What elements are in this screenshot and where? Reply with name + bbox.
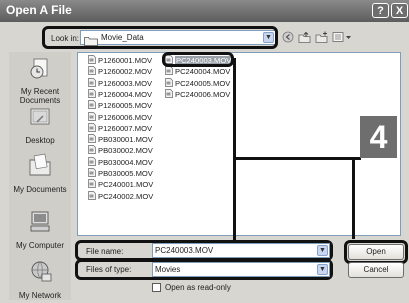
places-bar: My Recent Documents Desktop My Documents… [9,52,71,300]
callout-leader-line [233,157,361,160]
step-number-badge: 4 [360,116,397,158]
movie-file-icon [165,89,173,98]
movie-file-icon [88,89,96,98]
movie-file-icon [88,122,96,132]
file-name-text: PB030002.MOV [98,146,153,156]
movie-file-icon [88,66,96,76]
movie-file-icon [88,100,96,110]
chevron-down-icon[interactable]: ▼ [317,264,328,275]
title-bar: Open A File ? X [0,0,409,22]
file-type-dropdown[interactable]: Movies ▼ [152,262,330,277]
place-desktop[interactable]: Desktop [9,107,71,145]
place-my-network[interactable]: My Network [9,260,71,300]
dialog-title: Open A File [6,3,72,17]
movie-file-icon [88,190,96,200]
file-name-text: PC240002.MOV [98,191,154,201]
file-name-text: PC240004.MOV [175,67,231,77]
file-item[interactable]: PB030004.MOV [88,156,153,168]
place-label: My Documents [13,185,67,194]
cancel-button[interactable]: Cancel [348,262,404,278]
new-folder-icon[interactable] [314,31,328,44]
file-name-text: PB030004.MOV [98,157,153,167]
file-item[interactable]: PB030005.MOV [88,168,153,179]
movie-file-icon [88,179,96,189]
file-name-text: PB030001.MOV [98,135,153,145]
file-name-input[interactable]: PC240003.MOV ▼ [152,243,330,258]
callout-leader-line [233,58,236,240]
place-my-recent-documents[interactable]: My Recent Documents [9,58,71,105]
place-label: My Network [18,291,62,300]
file-item[interactable]: P1260001.MOV [88,55,152,66]
read-only-checkbox[interactable] [152,283,161,292]
movie-file-icon [165,77,173,87]
file-item[interactable]: P1260003.MOV [88,77,153,89]
file-item[interactable]: PB030002.MOV [88,145,153,156]
movie-file-icon [88,156,96,166]
back-icon[interactable] [281,31,295,44]
file-name-text: PB030005.MOV [98,169,153,178]
chevron-down-icon[interactable]: ▼ [317,245,328,256]
file-item[interactable]: P1260007.MOV [88,122,153,134]
file-item[interactable]: P1260005.MOV [88,100,152,111]
place-label: My Recent [20,87,60,96]
look-in-callout [42,26,278,49]
movie-file-icon [88,168,96,177]
place-label: Desktop [25,136,55,145]
file-name-text: P1260001.MOV [98,56,153,65]
file-name-text: P1260004.MOV [98,89,153,99]
movie-file-icon [88,111,96,121]
file-item[interactable]: PB030001.MOV [88,134,153,145]
my-computer-icon [9,210,71,239]
file-name-text: PC240006.MOV [175,89,231,99]
file-item[interactable]: PC240005.MOV [165,77,231,89]
file-name-label: File name: [86,247,124,256]
read-only-label: Open as read-only [165,283,231,292]
open-button[interactable]: Open [348,244,404,260]
file-name-value: PC240003.MOV [155,246,214,255]
place-my-documents[interactable]: My Documents [9,152,71,194]
views-menu-icon[interactable] [332,31,352,44]
help-button[interactable]: ? [372,3,389,18]
file-name-text: P1260006.MOV [98,112,153,122]
movie-file-icon [88,77,96,87]
file-name-text: P1260002.MOV [98,67,153,77]
file-item[interactable]: P1260002.MOV [88,66,152,77]
place-label: My Computer [15,241,64,250]
file-name-text: P1260003.MOV [98,78,153,88]
my-network-icon [9,260,71,289]
file-name-text: PC240001.MOV [98,180,154,190]
desktop-icon [9,107,71,134]
my-documents-icon [9,152,71,183]
file-type-value: Movies [155,265,181,274]
place-my-computer[interactable]: My Computer [9,210,71,250]
open-file-dialog: Open A File ? X Look in: Movie_Data ▼ My… [0,0,409,303]
recent-documents-icon [9,58,71,85]
movie-file-icon [88,55,96,64]
callout-leader-line [352,157,355,239]
file-item[interactable]: PC240004.MOV [165,66,230,77]
selected-file-callout [162,52,234,67]
place-label: Documents [19,96,61,105]
close-button[interactable]: X [391,3,408,18]
file-name-text: PC240005.MOV [175,78,231,88]
file-item[interactable]: PC240001.MOV [88,179,153,190]
file-item[interactable]: P1260004.MOV [88,89,152,100]
file-item[interactable]: PC240002.MOV [88,190,154,202]
movie-file-icon [88,134,96,143]
movie-file-icon [165,66,173,76]
up-folder-icon[interactable] [297,31,311,44]
movie-file-icon [88,145,96,155]
file-type-label: Files of type: [86,265,132,274]
file-item[interactable]: PC240006.MOV [165,89,230,100]
file-name-text: P1260007.MOV [98,123,153,133]
file-name-text: P1260005.MOV [98,101,153,111]
file-item[interactable]: P1260006.MOV [88,111,153,123]
